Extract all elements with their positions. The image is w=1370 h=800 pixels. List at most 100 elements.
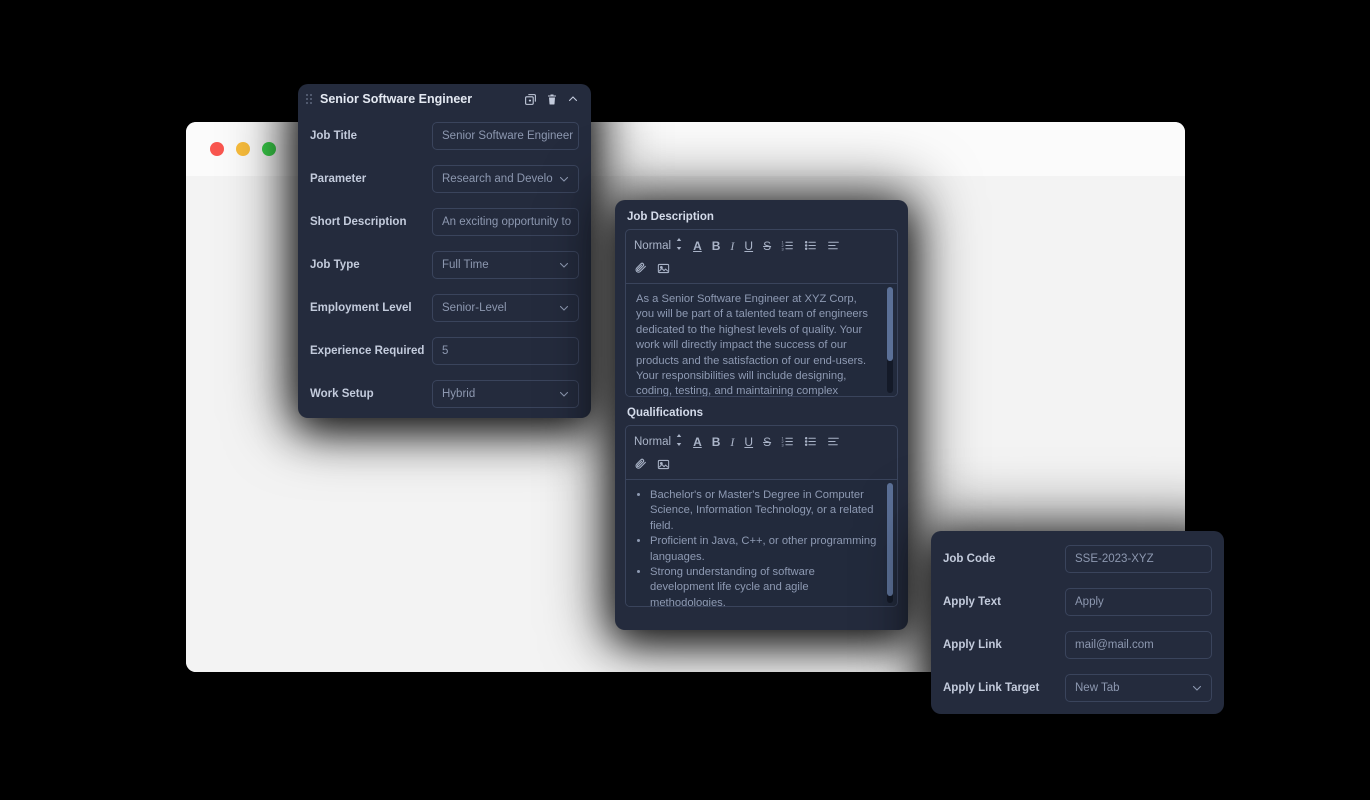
format-dropdown[interactable]: Normal (634, 238, 683, 253)
minimize-window-button[interactable] (236, 142, 250, 156)
strikethrough-icon[interactable]: S (763, 436, 771, 448)
ordered-list-icon[interactable]: 123 (781, 239, 794, 252)
panel-header-actions (524, 93, 579, 106)
field-short-description: Short Description An exciting opportunit… (298, 200, 591, 243)
stepper-updown-icon (675, 434, 683, 449)
field-label: Short Description (310, 215, 407, 228)
field-label: Apply Link Target (943, 681, 1040, 694)
apply-link-target-select[interactable]: New Tab (1065, 673, 1212, 702)
qualifications-editor: Normal A B I U S 123 • Bachelor's or Mas… (625, 425, 898, 607)
employment-level-select[interactable]: Senior-Level (432, 293, 579, 322)
chevron-down-icon (558, 388, 570, 400)
field-apply-link-target: Apply Link Target New Tab (931, 666, 1224, 709)
underline-icon[interactable]: U (744, 240, 753, 252)
qualifications-text-area[interactable]: Bachelor's or Master's Degree in Compute… (626, 480, 897, 606)
job-code-input[interactable]: SSE-2023-XYZ (1065, 544, 1212, 573)
panel-title: Senior Software Engineer (320, 92, 473, 106)
stepper-updown-icon (675, 238, 683, 253)
field-label: Job Title (310, 129, 358, 142)
qualifications-scrollbar[interactable] (887, 483, 893, 603)
qualifications-label: Qualifications (627, 407, 704, 419)
link-icon[interactable] (634, 458, 647, 471)
text-color-icon[interactable]: A (693, 436, 702, 448)
svg-text:3: 3 (782, 443, 784, 447)
align-left-icon[interactable] (827, 239, 840, 252)
chevron-down-icon (1191, 682, 1203, 694)
field-job-type: Job Type Full Time (298, 243, 591, 286)
bullet-list-icon[interactable] (804, 435, 817, 448)
field-label: Apply Text (943, 595, 1001, 608)
job-type-select[interactable]: Full Time (432, 250, 579, 279)
trash-icon[interactable] (546, 93, 558, 106)
field-apply-text: Apply Text Apply (931, 580, 1224, 623)
close-window-button[interactable] (210, 142, 224, 156)
bold-icon[interactable]: B (712, 436, 721, 448)
apply-link-input[interactable]: mail@mail.com (1065, 630, 1212, 659)
job-editor-panel: Senior Software Engineer Job Title Senio… (298, 84, 591, 418)
rich-text-editor-panel: Job Description Normal A B I U S 123 As … (615, 200, 908, 630)
field-label: Experience Required (310, 344, 425, 357)
chevron-down-icon (558, 173, 570, 185)
image-icon[interactable] (657, 262, 670, 275)
qualifications-toolbar: Normal A B I U S 123 (626, 426, 897, 480)
image-icon[interactable] (657, 458, 670, 471)
bold-icon[interactable]: B (712, 240, 721, 252)
align-left-icon[interactable] (827, 435, 840, 448)
qualifications-scrollbar-thumb[interactable] (887, 483, 893, 596)
link-icon[interactable] (634, 262, 647, 275)
employment-level-select-value: Senior-Level (442, 301, 507, 314)
description-text-area[interactable]: As a Senior Software Engineer at XYZ Cor… (626, 284, 897, 396)
experience-required-input[interactable]: 5 (432, 336, 579, 365)
underline-icon[interactable]: U (744, 436, 753, 448)
short-description-input[interactable]: An exciting opportunity to (432, 207, 579, 236)
drag-handle-icon[interactable] (306, 94, 312, 104)
work-setup-select[interactable]: Hybrid (432, 379, 579, 408)
work-setup-select-value: Hybrid (442, 387, 476, 400)
chevron-down-icon (558, 302, 570, 314)
job-title-input[interactable]: Senior Software Engineer (432, 121, 579, 150)
field-employment-level: Employment Level Senior-Level (298, 286, 591, 329)
field-job-code: Job Code SSE-2023-XYZ (931, 537, 1224, 580)
job-description-editor: Normal A B I U S 123 As a Senior Softwar… (625, 229, 898, 397)
field-label: Job Type (310, 258, 360, 271)
bullet-list-icon[interactable] (804, 239, 817, 252)
field-work-setup: Work Setup Hybrid (298, 372, 591, 415)
description-scrollbar[interactable] (887, 287, 893, 393)
field-label: Apply Link (943, 638, 1002, 651)
qualification-item: Bachelor's or Master's Degree in Compute… (650, 488, 877, 534)
parameter-select[interactable]: Research and Develo (432, 164, 579, 193)
maximize-window-button[interactable] (262, 142, 276, 156)
traffic-lights (210, 142, 276, 156)
field-parameter: Parameter Research and Develo (298, 157, 591, 200)
ordered-list-icon[interactable]: 123 (781, 435, 794, 448)
field-apply-link: Apply Link mail@mail.com (931, 623, 1224, 666)
italic-icon[interactable]: I (730, 436, 734, 448)
parameter-select-value: Research and Develo (442, 172, 553, 185)
duplicate-icon[interactable] (524, 93, 537, 106)
apply-settings-panel: Job Code SSE-2023-XYZ Apply Text Apply A… (931, 531, 1224, 714)
description-body-text: As a Senior Software Engineer at XYZ Cor… (636, 293, 868, 396)
field-label: Employment Level (310, 301, 412, 314)
italic-icon[interactable]: I (730, 240, 734, 252)
field-label: Parameter (310, 172, 367, 185)
panel-header: Senior Software Engineer (298, 84, 591, 114)
qualifications-list: Bachelor's or Master's Degree in Compute… (636, 488, 877, 606)
chevron-up-icon[interactable] (567, 93, 579, 105)
text-color-icon[interactable]: A (693, 240, 702, 252)
svg-text:3: 3 (782, 247, 784, 251)
job-description-label: Job Description (627, 211, 714, 223)
description-scrollbar-thumb[interactable] (887, 287, 893, 362)
qualification-item: Strong understanding of software develop… (650, 565, 877, 606)
apply-text-input[interactable]: Apply (1065, 587, 1212, 616)
format-dropdown-value: Normal (634, 239, 672, 252)
format-dropdown-value: Normal (634, 435, 672, 448)
field-job-title: Job Title Senior Software Engineer (298, 114, 591, 157)
format-dropdown[interactable]: Normal (634, 434, 683, 449)
apply-link-target-value: New Tab (1075, 681, 1120, 694)
strikethrough-icon[interactable]: S (763, 240, 771, 252)
qualification-item: Proficient in Java, C++, or other progra… (650, 534, 877, 565)
chevron-down-icon (558, 259, 570, 271)
field-experience-required: Experience Required 5 (298, 329, 591, 372)
field-label: Job Code (943, 552, 996, 565)
field-label: Work Setup (310, 387, 374, 400)
